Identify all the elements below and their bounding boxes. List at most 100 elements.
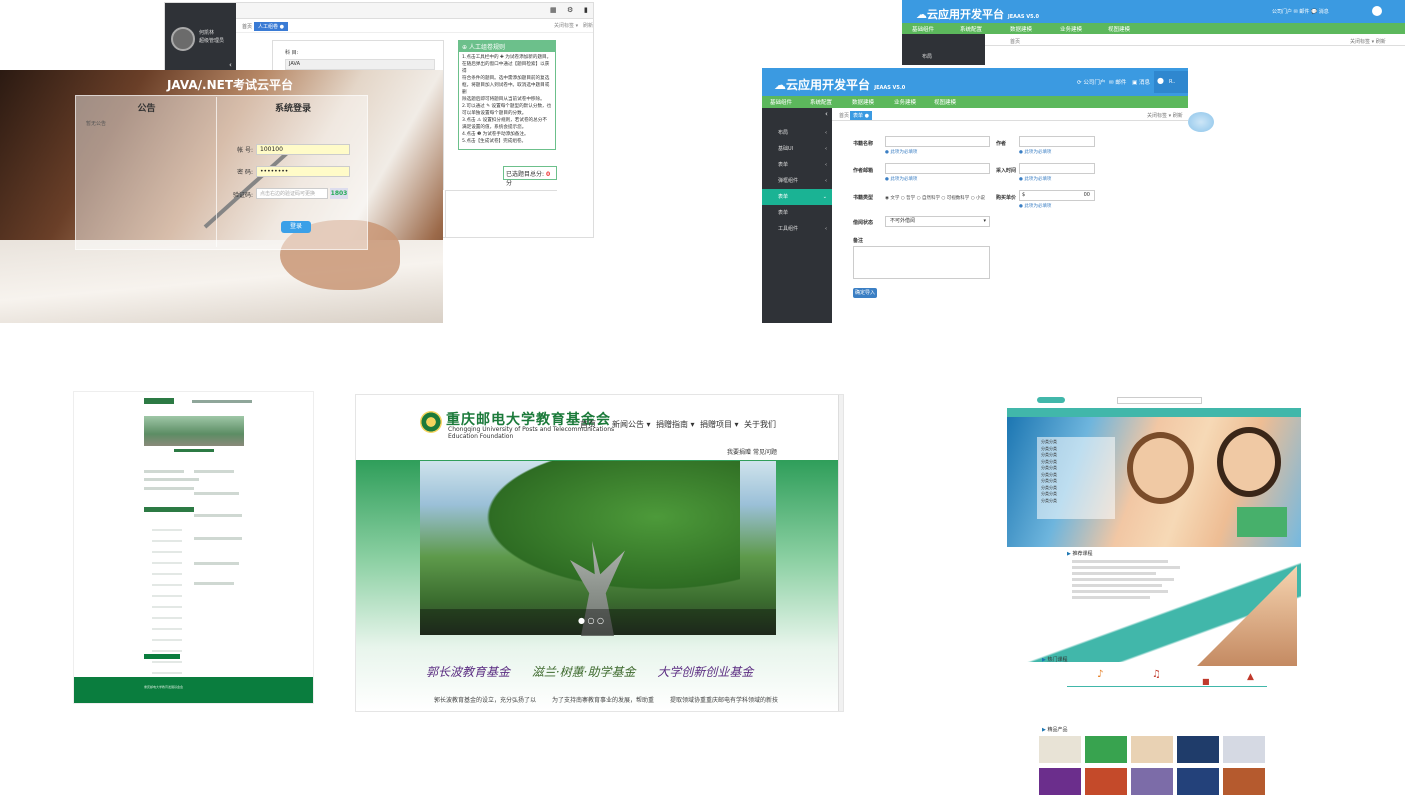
slogan-2[interactable]: 滋兰·树蕙·助学基金: [532, 665, 636, 679]
subject-field[interactable]: JAVA: [285, 59, 435, 70]
message-link[interactable]: ▣ 消息: [1132, 78, 1150, 86]
status-select[interactable]: 不可外借阅 ▾: [885, 216, 990, 227]
slogan-1[interactable]: 郭长波教育基金: [426, 665, 510, 679]
user-menu[interactable]: ● R..: [1154, 71, 1188, 93]
header-links[interactable]: 公司门户 ✉ 邮件 💬 消息: [1272, 8, 1329, 15]
nav-item[interactable]: 数据建模: [1010, 25, 1032, 33]
site-logo: [144, 398, 174, 404]
account-field[interactable]: 100100: [256, 144, 350, 155]
collapse-icon[interactable]: ‹: [229, 61, 232, 69]
message-label: 消息: [1138, 80, 1150, 86]
sidebar-label: 表单: [778, 194, 789, 200]
sidebar-item-dialog[interactable]: 弹框组件 ‹: [762, 173, 832, 189]
sidebar-item-layout[interactable]: 布局: [922, 53, 932, 60]
radio-novel[interactable]: ○ 小说: [971, 196, 985, 201]
radio-science[interactable]: ○ 自然科学: [917, 196, 940, 201]
buy-time-input[interactable]: [1019, 163, 1095, 174]
nav-item[interactable]: 业务建模: [1060, 25, 1082, 33]
submit-button[interactable]: [144, 654, 180, 659]
nav-item[interactable]: 基础组件: [770, 98, 792, 106]
sidebar-item-ui[interactable]: 基础UI ‹: [762, 141, 832, 157]
tab-tools[interactable]: 关闭标签 ▾ 刷新: [1147, 112, 1183, 119]
product-card[interactable]: [1039, 736, 1081, 763]
child-face: [1217, 427, 1281, 497]
search-input[interactable]: [1117, 397, 1202, 404]
nav-guide[interactable]: 捐赠指南 ▾: [656, 419, 695, 430]
tab-home[interactable]: 首页: [1010, 38, 1020, 45]
mail-link[interactable]: ✉ 邮件: [1109, 78, 1126, 86]
password-field[interactable]: ••••••••: [256, 166, 350, 177]
drum-icon[interactable]: ■: [1202, 677, 1210, 686]
product-card[interactable]: [1039, 768, 1081, 795]
sidebar-subitem-form[interactable]: 表单: [762, 205, 832, 221]
nav-item[interactable]: 基础组件: [912, 25, 934, 33]
product-card[interactable]: [1177, 768, 1219, 795]
close-tabs-menu[interactable]: 关闭标签 ▾: [554, 22, 578, 29]
trumpet-icon[interactable]: ♪: [1097, 669, 1103, 680]
nav-item[interactable]: 系统配置: [960, 25, 982, 33]
submit-button[interactable]: 确定导入: [853, 288, 877, 298]
refresh-button[interactable]: 刷新: [583, 22, 593, 29]
nav-band[interactable]: [1007, 408, 1301, 417]
category-item[interactable]: 分类分类: [1041, 498, 1111, 505]
image-slider[interactable]: ● ○ ○: [420, 461, 776, 636]
price-prefix: $: [1022, 192, 1026, 198]
user-icon[interactable]: [1372, 6, 1382, 16]
portal-link[interactable]: ⟳ 公司门户: [1077, 78, 1105, 86]
donate-link[interactable]: 我要捐赠: [727, 447, 751, 456]
slider-dots[interactable]: ● ○ ○: [578, 616, 604, 625]
nav-about[interactable]: 关于我们: [744, 419, 776, 430]
slogan-3[interactable]: 大学创新创业基金: [657, 665, 753, 679]
course-list[interactable]: [1072, 557, 1192, 602]
site-menu[interactable]: [192, 400, 252, 403]
nav-news[interactable]: 新闻公告 ▾: [612, 419, 651, 430]
nav-item[interactable]: 数据建模: [852, 98, 874, 106]
gear-icon[interactable]: ⚙: [567, 6, 573, 14]
nav-home[interactable]: 首页: [580, 419, 596, 430]
nav-item[interactable]: 系统配置: [810, 98, 832, 106]
table-icon[interactable]: ▦: [550, 6, 557, 14]
nav-projects[interactable]: 捐赠项目 ▾: [700, 419, 739, 430]
nav-item[interactable]: 视图建模: [1108, 25, 1130, 33]
category-menu[interactable]: 分类分类 分类分类 分类分类 分类分类 分类分类 分类分类 分类分类 分类分类 分类分类 分类分类: [1037, 437, 1115, 519]
tab-form[interactable]: 表单 ●: [850, 111, 872, 120]
captcha-image[interactable]: 1803: [330, 188, 348, 199]
product-card[interactable]: [1131, 736, 1173, 763]
tab-manual-paper[interactable]: 人工组卷 ●: [254, 22, 288, 31]
nav-item[interactable]: 业务建模: [894, 98, 916, 106]
sidebar-item-tools[interactable]: 工具组件 ‹: [762, 221, 832, 237]
tab-bar: 首页 人工组卷 ● 关闭标签 ▾ 刷新: [236, 21, 593, 33]
remark-textarea[interactable]: [853, 246, 990, 279]
radio-literature[interactable]: ◉ 文学: [885, 196, 899, 201]
sidebar-item-form-active[interactable]: 表单 ⌄: [762, 189, 832, 205]
nav-item[interactable]: 视图建模: [934, 98, 956, 106]
bookmark-icon[interactable]: ▮: [584, 6, 588, 14]
scrollbar[interactable]: [838, 395, 843, 711]
book-name-input[interactable]: [885, 136, 990, 147]
radio-visual[interactable]: ○ 可视数科学: [941, 196, 969, 201]
user-role: 超级管理员: [199, 38, 225, 44]
collapse-icon[interactable]: ‹: [825, 110, 828, 118]
author-email-input[interactable]: [885, 163, 990, 174]
tab-tools[interactable]: 关闭标签 ▾ 刷新: [1350, 38, 1386, 45]
score-unit: 分: [506, 180, 513, 187]
product-card[interactable]: [1223, 736, 1265, 763]
author-input[interactable]: [1019, 136, 1095, 147]
radio-philosophy[interactable]: ○ 哲学: [901, 196, 915, 201]
product-card[interactable]: [1177, 736, 1219, 763]
violin-icon[interactable]: ♫: [1152, 669, 1161, 680]
product-card[interactable]: [1223, 768, 1265, 795]
avatar[interactable]: [171, 27, 195, 51]
tab-strip[interactable]: [144, 507, 194, 512]
sidebar-item-form[interactable]: 表单 ‹: [762, 157, 832, 173]
piano-icon[interactable]: ▲: [1247, 672, 1254, 682]
login-button[interactable]: 登录: [281, 221, 311, 233]
faq-link[interactable]: 常见问题: [753, 447, 777, 456]
cloud-platform-back-screenshot: ☁云应用开发平台 JEAAS V5.0 公司门户 ✉ 邮件 💬 消息 基础组件 …: [902, 0, 1405, 65]
product-card[interactable]: [1085, 768, 1127, 795]
sidebar-item-layout[interactable]: 布局 ‹: [762, 125, 832, 141]
captcha-field[interactable]: 点击右边的验证码可更换: [256, 188, 328, 199]
product-card[interactable]: [1131, 768, 1173, 795]
product-card[interactable]: [1085, 736, 1127, 763]
price-input[interactable]: $ 00: [1019, 190, 1095, 201]
